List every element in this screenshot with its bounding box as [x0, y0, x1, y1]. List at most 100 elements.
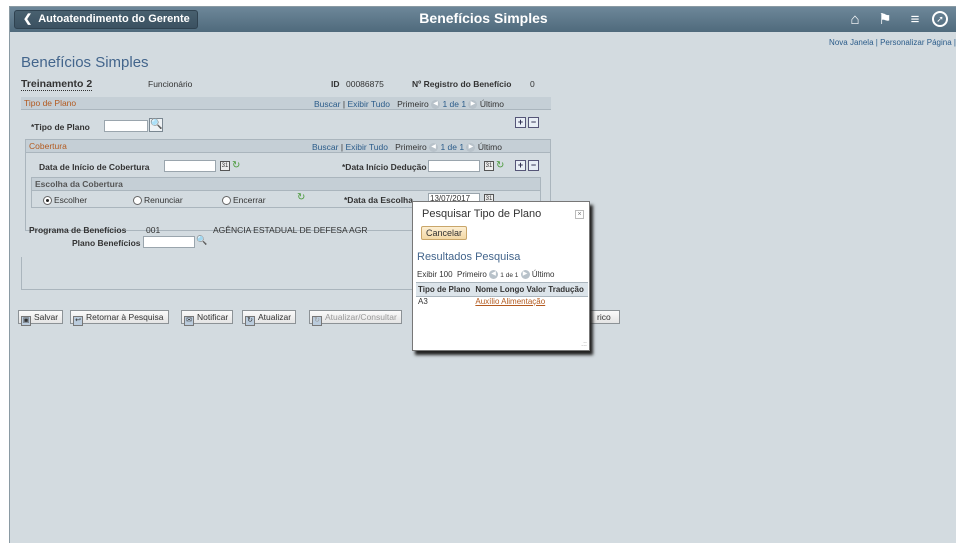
radio-label: Encerrar [233, 195, 266, 205]
table-row: A3 Auxílio Alimentação [416, 297, 588, 306]
return-to-search-button[interactable]: ↩ Retornar à Pesquisa [70, 310, 169, 326]
row-count: 1 de 1 [440, 142, 465, 152]
add-row-icon[interactable]: + [515, 117, 526, 128]
delete-row-icon[interactable]: − [528, 160, 539, 171]
view-all-link[interactable]: Exibir Tudo [345, 142, 388, 152]
delete-row-icon[interactable]: − [528, 117, 539, 128]
menu-icon[interactable]: ≡ [906, 11, 924, 29]
calendar-icon[interactable]: 31 [484, 161, 494, 171]
update-label: Atualizar [258, 312, 292, 322]
lookup-modal: Pesquisar Tipo de Plano × Cancelar Resul… [412, 201, 590, 351]
show-count[interactable]: Exibir 100 [417, 270, 453, 279]
benefit-record-label: Nº Registro do Benefício [412, 79, 512, 89]
top-banner: ❮ Autoatendimento do Gerente Benefícios S… [10, 7, 956, 32]
update-view-button[interactable]: ↻ Atualizar/Consultar [309, 310, 402, 326]
calendar-icon[interactable]: 31 [220, 161, 230, 171]
page-title: Benefícios Simples [21, 54, 149, 71]
first-label[interactable]: Primeiro [397, 99, 429, 109]
search-icon[interactable]: 🔍 [196, 235, 207, 246]
deduction-start-input[interactable] [428, 160, 480, 172]
first-label[interactable]: Primeiro [457, 270, 487, 279]
plan-name-cell: Auxílio Alimentação [473, 297, 588, 306]
previous-icon[interactable]: ◀ [489, 270, 499, 280]
radio-terminate[interactable]: Encerrar [222, 195, 266, 206]
radio-icon[interactable] [222, 196, 231, 206]
next-icon[interactable]: ▶ [468, 100, 478, 110]
modal-title: Pesquisar Tipo de Plano [422, 208, 542, 220]
update-icon: ↻ [245, 316, 255, 326]
page-frame: ❮ Autoatendimento do Gerente Benefícios S… [9, 6, 956, 543]
radio-icon[interactable] [43, 196, 52, 206]
plan-benefits-label: Plano Benefícios [72, 238, 141, 248]
employee-role: Funcionário [148, 79, 193, 89]
home-icon[interactable]: ⌂ [846, 11, 864, 29]
separator: | [340, 142, 344, 152]
history-label: rico [597, 312, 611, 322]
plan-type-label: *Tipo de Plano [31, 122, 90, 132]
employee-name: Treinamento 2 [21, 78, 93, 91]
section-title: Cobertura [29, 141, 67, 151]
employee-id-label: ID [331, 79, 340, 89]
results-title: Resultados Pesquisa [417, 251, 521, 263]
notify-icon: ✉ [184, 316, 194, 326]
choice-date-label: *Data da Escolha [344, 195, 413, 205]
radio-choose[interactable]: Escolher [43, 195, 88, 206]
radio-label: Renunciar [144, 195, 183, 205]
refresh-icon[interactable]: ↻ [232, 161, 240, 171]
new-window-link[interactable]: Nova Janela [829, 38, 873, 47]
add-row-icon[interactable]: + [515, 160, 526, 171]
resize-grip-icon[interactable]: .:: [581, 341, 587, 348]
search-link[interactable]: Buscar [312, 142, 338, 152]
first-label[interactable]: Primeiro [395, 142, 427, 152]
deduction-start-label: *Data Início Dedução [342, 162, 427, 172]
last-label[interactable]: Último [478, 142, 502, 152]
personalize-page-link[interactable]: Personalizar Página [880, 38, 952, 47]
plan-name-link[interactable]: Auxílio Alimentação [475, 297, 545, 306]
row-count: 1 de 1 [500, 272, 519, 279]
last-label[interactable]: Último [532, 270, 555, 279]
banner-title: Benefícios Simples [419, 10, 548, 26]
plan-benefits-input[interactable] [143, 236, 195, 248]
notify-button[interactable]: ✉ Notificar [181, 310, 234, 326]
search-link[interactable]: Buscar [314, 99, 340, 109]
refresh-icon[interactable]: ↻ [297, 193, 305, 203]
employee-id-value: 00086875 [346, 79, 384, 89]
flag-icon[interactable]: ⚑ [876, 11, 894, 29]
save-button[interactable]: ▣ Salvar [18, 310, 64, 326]
coverage-start-input[interactable] [164, 160, 216, 172]
previous-icon[interactable]: ◀ [429, 143, 439, 153]
view-all-link[interactable]: Exibir Tudo [347, 99, 390, 109]
plan-code-cell: A3 [418, 297, 428, 306]
save-icon: ▣ [21, 316, 31, 326]
program-name: AGÊNCIA ESTADUAL DE DEFESA AGR [213, 225, 368, 235]
section-title: Escolha da Cobertura [35, 179, 123, 189]
cancel-button[interactable]: Cancelar [421, 226, 467, 240]
coverage-start-label: Data de Início de Cobertura [39, 162, 150, 172]
section-title: Tipo de Plano [24, 98, 77, 108]
refresh-icon[interactable]: ↻ [496, 161, 504, 171]
return-icon: ↩ [73, 316, 83, 326]
update-view-icon: ↻ [312, 316, 322, 326]
lookup-icon[interactable]: 🔍 [149, 118, 163, 132]
radio-renounce[interactable]: Renunciar [133, 195, 183, 206]
row-count: 1 de 1 [442, 99, 467, 109]
radio-icon[interactable] [133, 196, 142, 206]
close-icon[interactable]: × [575, 210, 584, 219]
plan-type-input[interactable] [104, 120, 148, 132]
radio-label: Escolher [54, 195, 88, 205]
update-button[interactable]: ↻ Atualizar [242, 310, 297, 326]
column-header: Tipo de Plano [416, 282, 474, 297]
notify-label: Notificar [197, 312, 229, 322]
next-icon[interactable]: ▶ [520, 270, 530, 280]
navbar-icon[interactable]: ➚ [932, 11, 948, 27]
last-label[interactable]: Último [480, 99, 504, 109]
program-label: Programa de Benefícios [29, 225, 127, 235]
benefit-record-value: 0 [530, 79, 535, 89]
separator: | [342, 99, 346, 109]
previous-icon[interactable]: ◀ [431, 100, 441, 110]
choice-section-header: Escolha da Cobertura [32, 178, 540, 191]
next-icon[interactable]: ▶ [466, 143, 476, 153]
header-links: Nova Janela | Personalizar Página | [829, 38, 956, 47]
save-label: Salvar [34, 312, 59, 322]
coverage-nav: Buscar | Exibir Tudo Primeiro ◀ 1 de 1 ▶… [312, 142, 502, 153]
